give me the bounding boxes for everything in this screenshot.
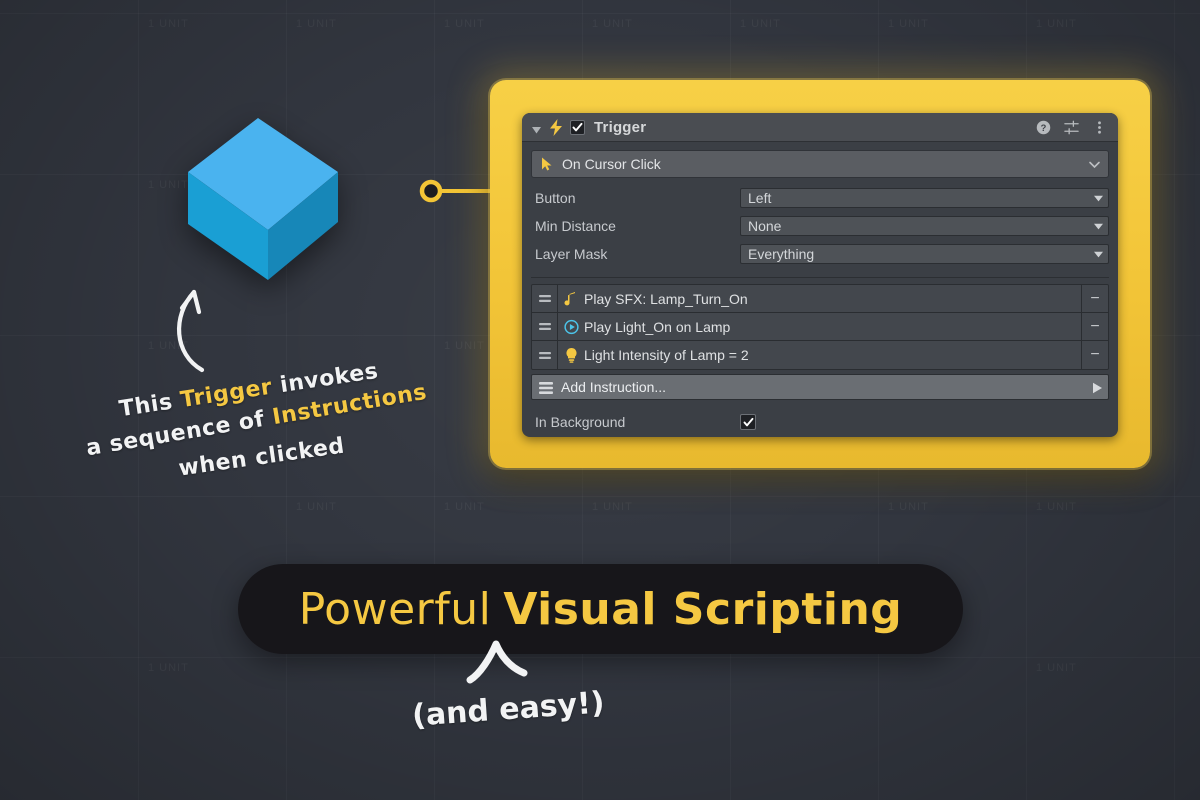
remove-instruction-button[interactable]: −: [1081, 341, 1108, 369]
svg-text:?: ?: [1041, 122, 1047, 132]
in-background-row: In Background: [531, 405, 1109, 437]
property-dropdown-button[interactable]: Left: [740, 188, 1109, 208]
music-note-icon: [558, 291, 584, 307]
property-value: Everything: [748, 246, 814, 262]
grid-unit-label: 1 UNIT: [592, 501, 633, 513]
lightning-bolt-icon: [549, 119, 563, 136]
component-enabled-checkbox[interactable]: [570, 120, 585, 135]
instruction-label: Play SFX: Lamp_Turn_On: [584, 291, 1081, 307]
grid-unit-label: 1 UNIT: [296, 501, 337, 513]
property-row: Button Left: [531, 184, 1109, 212]
inspector-body: On Cursor Click Button Left: [522, 142, 1118, 437]
property-label: Button: [531, 190, 740, 206]
grid-unit-label: 1 UNIT: [592, 18, 633, 30]
instruction-row[interactable]: Light Intensity of Lamp = 2 −: [532, 341, 1108, 369]
foldout-triangle-icon[interactable]: [531, 122, 542, 133]
caret-down-icon: [1094, 245, 1103, 263]
preset-icon[interactable]: [1064, 120, 1079, 135]
event-label: On Cursor Click: [562, 156, 661, 172]
instruction-row[interactable]: Play Light_On on Lamp −: [532, 313, 1108, 341]
headline-text: Powerful Visual Scripting: [299, 584, 903, 635]
grid-unit-label: 1 UNIT: [1036, 662, 1077, 674]
drag-handle-icon[interactable]: [532, 341, 558, 369]
event-selector[interactable]: On Cursor Click: [531, 150, 1109, 178]
grid-unit-label: 1 UNIT: [888, 18, 929, 30]
add-instruction-button[interactable]: Add Instruction...: [531, 374, 1109, 400]
grid-unit-label: 1 UNIT: [1036, 18, 1077, 30]
grid-unit-label: 1 UNIT: [148, 662, 189, 674]
promo-screenshot: 1 UNIT 1 UNIT 1 UNIT 1 UNIT 1 UNIT 1 UNI…: [0, 0, 1200, 800]
property-label: Layer Mask: [531, 246, 740, 262]
highlight-frame: Trigger ?: [490, 80, 1150, 468]
grid-unit-label: 1 UNIT: [888, 501, 929, 513]
property-value: Left: [748, 190, 771, 206]
instruction-label: Light Intensity of Lamp = 2: [584, 347, 1081, 363]
play-arrow-icon[interactable]: [1092, 381, 1103, 393]
property-dropdown-button[interactable]: None: [740, 216, 1109, 236]
component-header: Trigger ?: [522, 113, 1118, 142]
in-background-label: In Background: [531, 414, 740, 430]
grid-unit-label: 1 UNIT: [444, 501, 485, 513]
property-list: Button Left Min Distance None: [531, 184, 1109, 275]
headline-light: Powerful: [299, 584, 492, 635]
instruction-label: Play Light_On on Lamp: [584, 319, 1081, 335]
chevron-down-icon[interactable]: [1088, 158, 1101, 171]
grid-unit-label: 1 UNIT: [740, 18, 781, 30]
grid-unit-label: 1 UNIT: [444, 18, 485, 30]
caret-down-icon: [1094, 217, 1103, 235]
stack-icon: [539, 381, 553, 393]
play-circle-icon: [558, 319, 584, 335]
headline-banner: Powerful Visual Scripting: [238, 564, 963, 654]
property-label: Min Distance: [531, 218, 740, 234]
drag-handle-icon[interactable]: [532, 285, 558, 312]
remove-instruction-button[interactable]: −: [1081, 285, 1108, 312]
help-icon[interactable]: ?: [1036, 120, 1051, 135]
property-value: None: [748, 218, 781, 234]
component-title: Trigger: [594, 119, 646, 136]
inspector-panel: Trigger ?: [522, 113, 1118, 437]
property-row: Min Distance None: [531, 212, 1109, 240]
headline-bold: Visual Scripting: [503, 584, 902, 635]
section-divider: [531, 277, 1109, 278]
light-bulb-icon: [558, 347, 584, 363]
grid-unit-label: 1 UNIT: [296, 18, 337, 30]
cursor-arrow-icon: [541, 157, 553, 171]
more-options-icon[interactable]: [1092, 120, 1107, 135]
in-background-checkbox[interactable]: [740, 414, 756, 430]
grid-unit-label: 1 UNIT: [1036, 501, 1077, 513]
curved-arrow-icon: [168, 282, 236, 374]
instruction-list: Play SFX: Lamp_Turn_On − Play Light_On o…: [531, 284, 1109, 370]
property-dropdown-button[interactable]: Everything: [740, 244, 1109, 264]
caret-down-icon: [1094, 189, 1103, 207]
blue-cube: [182, 112, 344, 280]
instruction-row[interactable]: Play SFX: Lamp_Turn_On −: [532, 285, 1108, 313]
grid-unit-label: 1 UNIT: [148, 18, 189, 30]
grid-unit-label: 1 UNIT: [444, 340, 485, 352]
drag-handle-icon[interactable]: [532, 313, 558, 340]
remove-instruction-button[interactable]: −: [1081, 313, 1108, 340]
caret-up-icon: [462, 640, 532, 684]
add-instruction-label: Add Instruction...: [561, 379, 666, 395]
property-row: Layer Mask Everything: [531, 240, 1109, 268]
